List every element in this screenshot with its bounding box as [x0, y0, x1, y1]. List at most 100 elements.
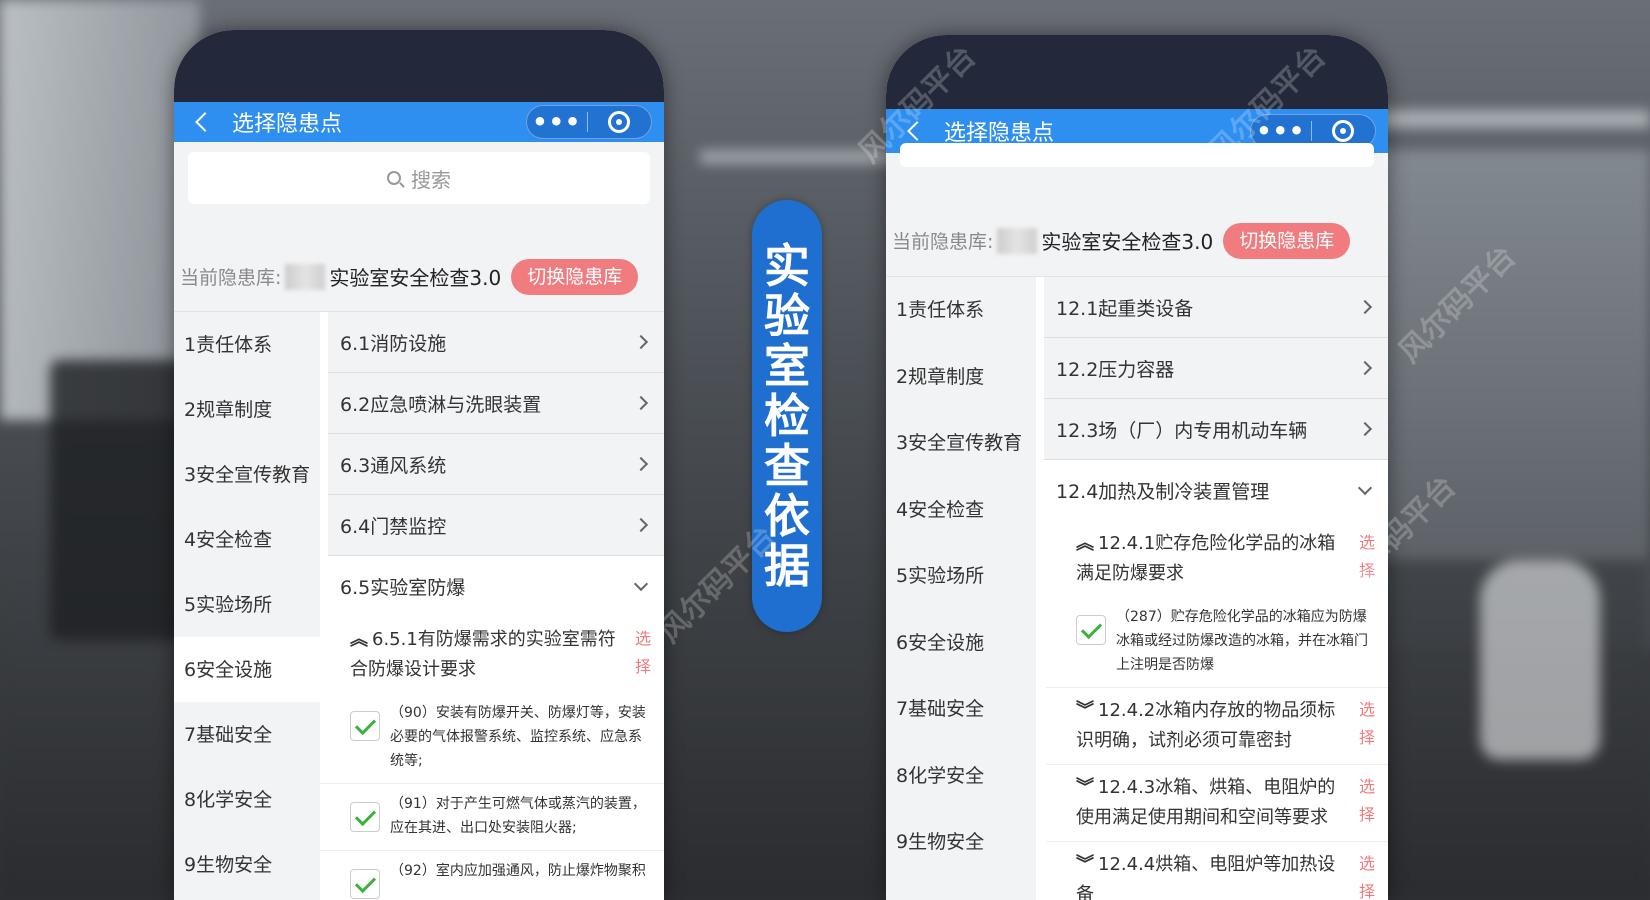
- close-mini-program-button[interactable]: [588, 111, 651, 133]
- hazard-item-title: 6.5.1有防爆需求的实验室需符合防爆设计要求: [350, 629, 616, 680]
- select-link[interactable]: 选择: [1358, 850, 1376, 900]
- hazard-item-header[interactable]: ︽ 12.4.1贮存危险化学品的冰箱满足防爆要求 选择: [1046, 521, 1388, 597]
- category-item[interactable]: 2规章制度: [174, 377, 320, 442]
- switch-library-button[interactable]: 切换隐患库: [511, 258, 639, 295]
- more-icon[interactable]: •••: [1251, 119, 1311, 143]
- current-library-row: 当前隐患库: 实验室安全检查3.0 切换隐患库: [174, 242, 664, 312]
- banner-char: 据: [764, 539, 810, 593]
- checkbox-checked[interactable]: [1076, 615, 1106, 645]
- redacted-text: [285, 263, 326, 290]
- subcategory-label: 6.4门禁监控: [340, 515, 447, 538]
- subcategory-label: 12.2压力容器: [1056, 358, 1175, 381]
- library-label: 当前隐患库:: [892, 231, 994, 253]
- check-text: （91）对于产生可燃气体或蒸汽的装置，应在其进、出口处安装阻火器;: [390, 796, 646, 836]
- category-item[interactable]: 4安全检查: [886, 477, 1036, 544]
- nav-bar: 选择隐患点 •••: [174, 102, 664, 142]
- category-item[interactable]: 8化学安全: [174, 767, 320, 832]
- search-area: 搜索: [174, 142, 664, 242]
- switch-library-button[interactable]: 切换隐患库: [1223, 222, 1351, 259]
- checkbox-checked[interactable]: [350, 869, 380, 899]
- subcategory-row-expanded[interactable]: 6.5实验室防爆: [328, 556, 664, 617]
- checkbox-checked[interactable]: [350, 802, 380, 832]
- category-item[interactable]: 5实验场所: [886, 543, 1036, 610]
- background-shelf: [1360, 110, 1650, 128]
- check-text: （287）贮存危险化学品的冰箱应为防爆冰箱或经过防爆改造的冰箱，并在冰箱门上注明…: [1116, 609, 1368, 673]
- check-row: （287）贮存危险化学品的冰箱应为防爆冰箱或经过防爆改造的冰箱，并在冰箱门上注明…: [1046, 597, 1388, 687]
- status-bar: [174, 30, 664, 102]
- category-item[interactable]: 7基础安全: [174, 702, 320, 767]
- more-icon[interactable]: •••: [527, 110, 587, 134]
- subcategory-label: 6.2应急喷淋与洗眼装置: [340, 393, 542, 416]
- back-arrow-icon[interactable]: [192, 111, 214, 133]
- check-row: （91）对于产生可燃气体或蒸汽的装置，应在其进、出口处安装阻火器;: [320, 784, 664, 851]
- hazard-item-header[interactable]: ︾ 12.4.3冰箱、烘箱、电阻炉的使用满足使用期间和空间等要求 选择: [1046, 765, 1388, 841]
- title-banner: 实 验 室 检 查 依 据: [752, 200, 822, 632]
- background-chair: [50, 360, 190, 640]
- checkbox-checked[interactable]: [350, 711, 380, 741]
- subcategory-label: 12.1起重类设备: [1056, 297, 1194, 320]
- hazard-item: ︾ 12.4.4烘箱、电阻炉等加热设备 选择: [1046, 842, 1388, 900]
- left-phone: 选择隐患点 ••• 搜索 当前隐患库: 实验室安全检查3.0 切换隐患库 1责任…: [174, 30, 664, 900]
- page-title: 选择隐患点: [232, 112, 343, 137]
- banner-char: 实: [764, 239, 810, 293]
- category-item[interactable]: 3安全宣传教育: [886, 410, 1036, 477]
- back-arrow-icon[interactable]: [904, 120, 926, 142]
- hazard-item-header[interactable]: ︾ 12.4.2冰箱内存放的物品须标识明确，试剂必须可靠密封 选择: [1046, 688, 1388, 764]
- subcategory-row-expanded[interactable]: 12.4加热及制冷装置管理: [1044, 460, 1388, 521]
- select-link[interactable]: 选择: [1358, 529, 1376, 589]
- subcategory-row[interactable]: 6.1消防设施: [328, 312, 664, 373]
- banner-char: 室: [764, 339, 810, 393]
- category-item[interactable]: 9生物安全: [886, 809, 1036, 876]
- subcategory-row[interactable]: 6.3通风系统: [328, 434, 664, 495]
- subcategory-list: 12.1起重类设备 12.2压力容器 12.3场（厂）内专用机动车辆 12.4加…: [1036, 277, 1388, 900]
- hazard-item-header[interactable]: ︽ 6.5.1有防爆需求的实验室需符合防爆设计要求 选择: [320, 617, 664, 693]
- chevron-right-icon: [633, 517, 649, 533]
- collapse-caret-icon: ︽: [1076, 533, 1094, 554]
- hazard-item-header[interactable]: ︾ 12.4.4烘箱、电阻炉等加热设备 选择: [1046, 842, 1388, 900]
- library-name: 实验室安全检查3.0: [329, 266, 502, 290]
- select-link[interactable]: 选择: [1358, 773, 1376, 833]
- subcategory-row[interactable]: 6.2应急喷淋与洗眼装置: [328, 373, 664, 434]
- category-item[interactable]: 1责任体系: [886, 277, 1036, 344]
- target-icon: [608, 111, 631, 133]
- category-item[interactable]: 1责任体系: [174, 312, 320, 377]
- check-row: （90）安装有防爆开关、防爆灯等，安装必要的气体报警系统、监控系统、应急系统等;: [320, 693, 664, 784]
- expand-caret-icon: ︾: [1076, 854, 1094, 875]
- chevron-right-icon: [633, 334, 649, 350]
- search-input[interactable]: 搜索: [188, 152, 650, 204]
- category-item[interactable]: 7基础安全: [886, 676, 1036, 743]
- search-input[interactable]: [900, 143, 1374, 167]
- category-item[interactable]: 5实验场所: [174, 572, 320, 637]
- redacted-text: [997, 227, 1038, 254]
- category-sidebar: 1责任体系 2规章制度 3安全宣传教育 4安全检查 5实验场所 6安全设施 7基…: [886, 277, 1036, 900]
- subcategory-row[interactable]: 6.4门禁监控: [328, 495, 664, 556]
- category-item-active[interactable]: 6安全设施: [174, 637, 320, 702]
- select-link[interactable]: 选择: [634, 625, 652, 685]
- category-item[interactable]: 9生物安全: [174, 832, 320, 897]
- category-item[interactable]: 3安全宣传教育: [174, 442, 320, 507]
- category-item[interactable]: 8化学安全: [886, 743, 1036, 810]
- chevron-right-icon: [1357, 421, 1373, 437]
- category-item[interactable]: 6安全设施: [886, 610, 1036, 677]
- subcategory-row[interactable]: 12.3场（厂）内专用机动车辆: [1044, 399, 1388, 460]
- category-item[interactable]: 2规章制度: [886, 344, 1036, 411]
- banner-char: 查: [764, 439, 810, 493]
- chevron-right-icon: [1357, 360, 1373, 376]
- select-link[interactable]: 选择: [1358, 696, 1376, 756]
- chevron-right-icon: [633, 395, 649, 411]
- subcategory-row[interactable]: 12.2压力容器: [1044, 338, 1388, 399]
- hazard-item-title: 12.4.4烘箱、电阻炉等加热设备: [1076, 854, 1336, 900]
- subcategory-label: 6.1消防设施: [340, 332, 447, 355]
- banner-char: 检: [764, 389, 810, 443]
- hazard-item-title: 12.4.1贮存危险化学品的冰箱满足防爆要求: [1076, 533, 1336, 584]
- subcategory-row[interactable]: 12.1起重类设备: [1044, 277, 1388, 338]
- chevron-down-icon: [633, 576, 649, 591]
- hazard-item: ︾ 12.4.2冰箱内存放的物品须标识明确，试剂必须可靠密封 选择: [1046, 688, 1388, 765]
- chevron-right-icon: [633, 456, 649, 472]
- search-placeholder: 搜索: [411, 167, 451, 192]
- category-item[interactable]: 4安全检查: [174, 507, 320, 572]
- subcategory-label: 6.3通风系统: [340, 454, 447, 477]
- close-mini-program-button[interactable]: [1312, 120, 1375, 142]
- background-shelf: [700, 150, 900, 164]
- current-library-row: 当前隐患库: 实验室安全检查3.0 切换隐患库: [886, 205, 1388, 277]
